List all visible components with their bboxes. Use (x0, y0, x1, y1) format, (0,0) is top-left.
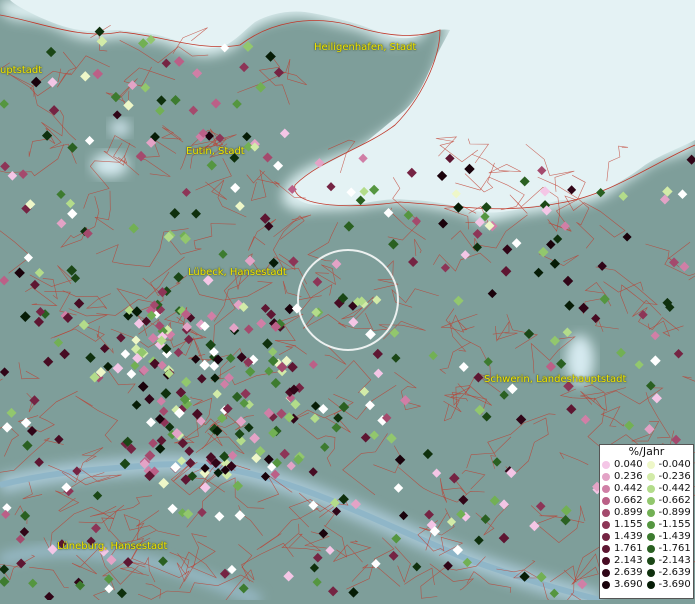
legend-value: 2.143 (614, 555, 643, 567)
legend-row: 2.143 (602, 555, 647, 567)
legend-positive-column: 0.0400.2360.4420.6620.8991.1551.4391.761… (602, 459, 647, 591)
label-heiligenhafen: Heiligenhafen, Stadt (314, 42, 416, 53)
legend-swatch (602, 545, 610, 553)
legend-row: -0.442 (647, 483, 692, 495)
legend-value: -3.690 (659, 579, 691, 591)
legend-row: 0.899 (602, 507, 647, 519)
legend-row: -0.662 (647, 495, 692, 507)
legend-value: 1.155 (614, 519, 643, 531)
legend-row: -0.899 (647, 507, 692, 519)
legend-swatch (647, 461, 655, 469)
legend-value: -0.236 (659, 471, 691, 483)
legend-value: 1.761 (614, 543, 643, 555)
legend-row: -0.236 (647, 471, 692, 483)
legend-title: %/Jahr (600, 445, 693, 459)
legend-swatch (647, 581, 655, 589)
legend-row: 0.442 (602, 483, 647, 495)
legend-row: -2.639 (647, 567, 692, 579)
legend-swatch (602, 521, 610, 529)
map-canvas[interactable] (0, 0, 695, 600)
legend-swatch (602, 557, 610, 565)
legend-swatch (602, 569, 610, 577)
legend-value: -2.639 (659, 567, 691, 579)
legend-row: -0.040 (647, 459, 692, 471)
legend-value: 0.662 (614, 495, 643, 507)
legend-row: -3.690 (647, 579, 692, 591)
legend-swatch (602, 485, 610, 493)
legend-swatch (647, 569, 655, 577)
legend-swatch (602, 533, 610, 541)
legend-row: -1.439 (647, 531, 692, 543)
legend-value: 0.040 (614, 459, 643, 471)
legend-value: 3.690 (614, 579, 643, 591)
legend-row: -2.143 (647, 555, 692, 567)
legend-row: 0.040 (602, 459, 647, 471)
legend-value: -0.662 (659, 495, 691, 507)
legend-value: -1.155 (659, 519, 691, 531)
legend-row: 1.155 (602, 519, 647, 531)
legend-value: 0.236 (614, 471, 643, 483)
legend-row: 1.761 (602, 543, 647, 555)
legend-swatch (647, 545, 655, 553)
legend-swatch (602, 461, 610, 469)
lake-small (110, 120, 130, 136)
legend-swatch (647, 521, 655, 529)
legend-row: -1.761 (647, 543, 692, 555)
legend-value: 2.639 (614, 567, 643, 579)
legend-value: -2.143 (659, 555, 691, 567)
legend-swatch (647, 533, 655, 541)
legend-value: -0.040 (659, 459, 691, 471)
legend-value: -1.439 (659, 531, 691, 543)
legend-swatch (647, 509, 655, 517)
legend-row: 0.662 (602, 495, 647, 507)
legend-row: 2.639 (602, 567, 647, 579)
legend-negative-column: -0.040-0.236-0.442-0.662-0.899-1.155-1.4… (647, 459, 692, 591)
legend-value: -0.442 (659, 483, 691, 495)
label-luebeck: Lübeck, Hansestadt (188, 267, 287, 278)
label-schwerin: Schwerin, Landeshauptstadt (484, 374, 626, 385)
label-kiel: uptstadt (0, 65, 42, 76)
legend-row: 1.439 (602, 531, 647, 543)
label-eutin: Eutin, Stadt (186, 146, 245, 157)
legend-row: 0.236 (602, 471, 647, 483)
legend-row: 3.690 (602, 579, 647, 591)
legend-swatch (602, 497, 610, 505)
legend-swatch (647, 485, 655, 493)
legend-value: -1.761 (659, 543, 691, 555)
legend-swatch (647, 497, 655, 505)
legend-value: -0.899 (659, 507, 691, 519)
legend-value: 0.442 (614, 483, 643, 495)
legend-swatch (602, 473, 610, 481)
map-svg[interactable] (0, 0, 695, 600)
legend-row: -1.155 (647, 519, 692, 531)
legend-swatch (647, 473, 655, 481)
legend-value: 1.439 (614, 531, 643, 543)
label-lueneburg: Lüneburg, Hansestadt (57, 541, 167, 552)
legend-swatch (602, 581, 610, 589)
legend-swatch (647, 557, 655, 565)
legend: %/Jahr 0.0400.2360.4420.6620.8991.1551.4… (599, 444, 694, 599)
legend-swatch (602, 509, 610, 517)
legend-value: 0.899 (614, 507, 643, 519)
